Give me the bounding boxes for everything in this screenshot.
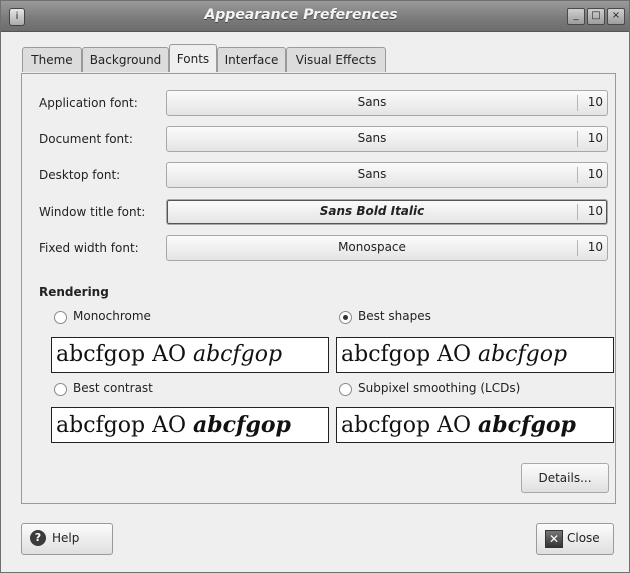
separator	[577, 131, 578, 147]
window-title-font-size: 10	[587, 204, 603, 218]
application-font-button[interactable]: Sans 10	[166, 90, 608, 116]
document-font-label: Document font:	[39, 132, 133, 146]
close-label: Close	[567, 531, 600, 545]
window-title-font-row: Window title font: Sans Bold Italic 10	[39, 199, 609, 225]
application-font-name: Sans	[357, 95, 387, 109]
desktop-font-name: Sans	[357, 167, 387, 181]
monochrome-radio[interactable]	[54, 311, 67, 324]
best-contrast-radio[interactable]	[54, 383, 67, 396]
close-window-button[interactable]: ×	[607, 8, 625, 25]
separator	[577, 167, 578, 183]
document-font-name: Sans	[357, 131, 387, 145]
appearance-icon[interactable]: i	[9, 8, 25, 26]
help-label: Help	[52, 531, 80, 545]
monochrome-sample[interactable]: abcfgop AO abcfgop	[51, 337, 329, 373]
sample-plain-text: abcfgop AO	[56, 413, 193, 438]
fixed-width-font-button[interactable]: Monospace 10	[166, 235, 608, 261]
best-shapes-radio[interactable]	[339, 311, 352, 324]
desktop-font-label: Desktop font:	[39, 168, 121, 182]
sample-italic-text: abcfgop	[192, 412, 291, 438]
fixed-width-font-row: Fixed width font: Monospace 10	[39, 235, 609, 261]
application-font-label: Application font:	[39, 96, 138, 110]
minimize-button[interactable]: _	[567, 8, 585, 25]
sample-italic-text: abcfgop	[477, 412, 576, 438]
application-font-size: 10	[587, 95, 603, 109]
best-contrast-label: Best contrast	[73, 381, 153, 395]
window-title-font-name: Sans Bold Italic	[319, 204, 425, 218]
help-icon: ?	[30, 530, 46, 546]
tab-fonts[interactable]: Fonts	[169, 44, 217, 72]
document-font-row: Document font: Sans 10	[39, 126, 609, 152]
sample-italic-text: abcfgop	[477, 342, 568, 367]
fixed-width-font-label: Fixed width font:	[39, 241, 139, 255]
best-shapes-label: Best shapes	[358, 309, 431, 323]
desktop-font-button[interactable]: Sans 10	[166, 162, 608, 188]
window-title-font-label: Window title font:	[39, 205, 146, 219]
document-font-size: 10	[587, 131, 603, 145]
window-title: Appearance Preferences	[204, 7, 398, 23]
subpixel-smoothing-radio[interactable]	[339, 383, 352, 396]
rendering-heading: Rendering	[39, 285, 109, 299]
details-button[interactable]: Details...	[521, 463, 609, 493]
tab-interface[interactable]: Interface	[217, 47, 286, 72]
separator	[577, 240, 578, 256]
tab-background[interactable]: Background	[82, 47, 169, 72]
desktop-font-row: Desktop font: Sans 10	[39, 162, 609, 188]
sample-plain-text: abcfgop AO	[56, 342, 193, 367]
sample-plain-text: abcfgop AO	[341, 413, 478, 438]
fixed-width-font-size: 10	[587, 240, 603, 254]
subpixel-smoothing-label: Subpixel smoothing (LCDs)	[358, 381, 521, 395]
title-bar[interactable]: i Appearance Preferences _ □ ×	[1, 1, 629, 32]
appearance-preferences-window: i Appearance Preferences _ □ × Theme Bac…	[0, 0, 630, 573]
close-button[interactable]: ✕ Close	[536, 523, 614, 555]
help-button[interactable]: ? Help	[21, 523, 113, 555]
separator	[577, 95, 578, 111]
application-font-row: Application font: Sans 10	[39, 90, 609, 116]
desktop-font-size: 10	[587, 167, 603, 181]
fixed-width-font-name: Monospace	[338, 240, 406, 254]
sample-plain-text: abcfgop AO	[341, 342, 478, 367]
separator	[577, 204, 578, 220]
subpixel-smoothing-sample[interactable]: abcfgop AO abcfgop	[336, 407, 614, 443]
tab-theme[interactable]: Theme	[22, 47, 82, 72]
maximize-button[interactable]: □	[587, 8, 605, 25]
monochrome-label: Monochrome	[73, 309, 151, 323]
close-icon: ✕	[545, 530, 563, 548]
tab-visual-effects[interactable]: Visual Effects	[286, 47, 386, 72]
document-font-button[interactable]: Sans 10	[166, 126, 608, 152]
best-contrast-sample[interactable]: abcfgop AO abcfgop	[51, 407, 329, 443]
window-title-font-button[interactable]: Sans Bold Italic 10	[166, 199, 608, 225]
best-shapes-sample[interactable]: abcfgop AO abcfgop	[336, 337, 614, 373]
sample-italic-text: abcfgop	[192, 342, 283, 367]
